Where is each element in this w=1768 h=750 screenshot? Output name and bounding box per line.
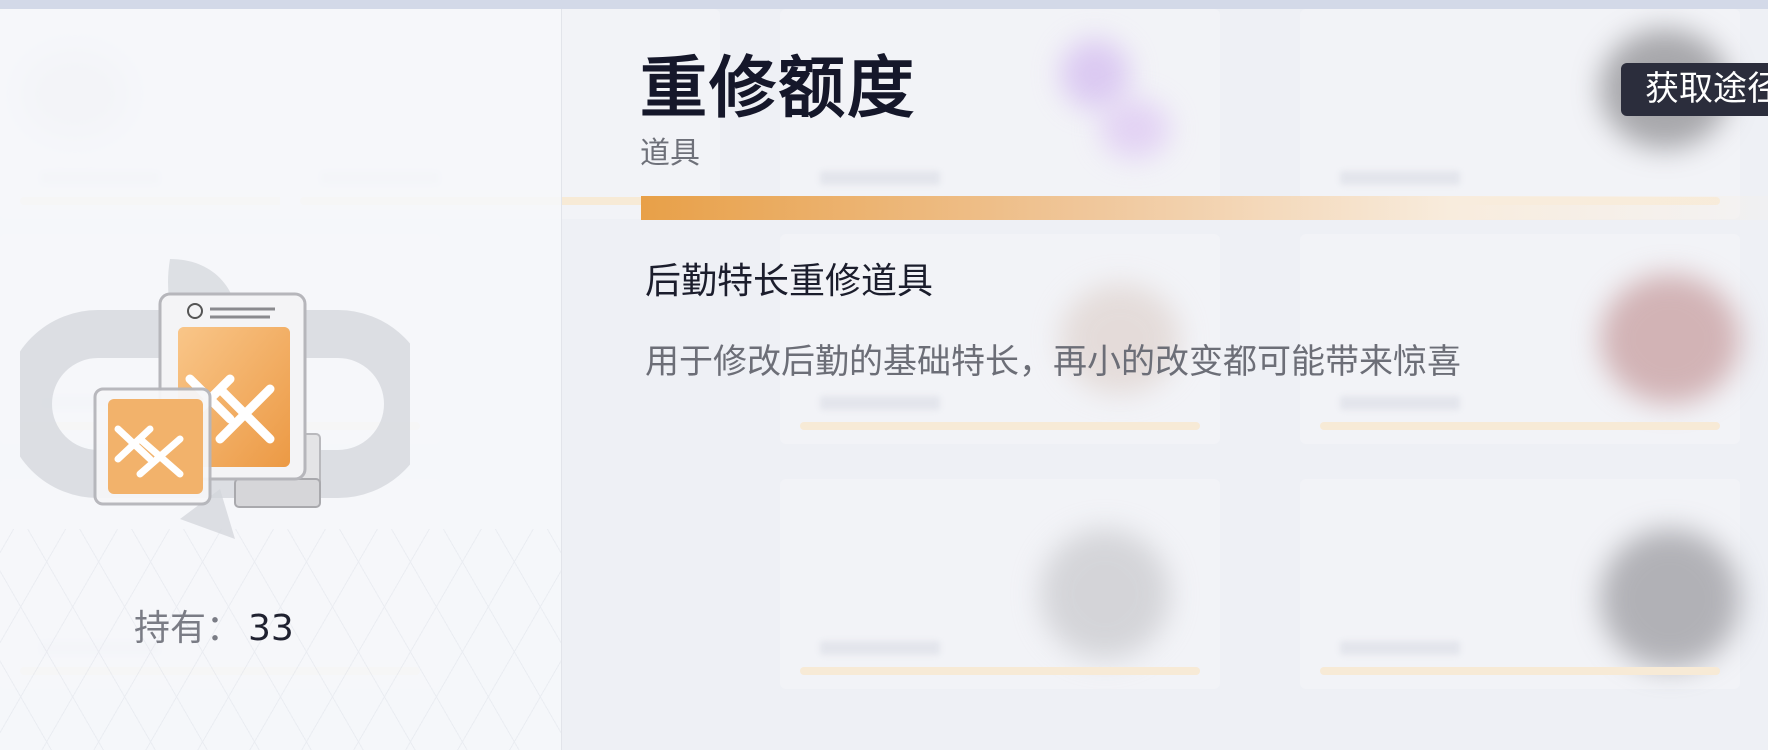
reroll-ticket-icon [20,259,410,539]
owned-count: 33 [248,608,294,649]
owned-label: 持有： [134,608,243,649]
bg-card [780,479,1220,689]
item-title: 重修额度 [640,49,916,127]
item-subtitle: 后勤特长重修道具 [645,261,934,302]
owned-count-row: 持有： 33 [134,606,294,652]
bg-card [1300,479,1740,689]
top-strip [0,0,1768,9]
item-category: 道具 [640,136,700,171]
rarity-accent-bar [641,196,1768,220]
item-preview-panel: 持有： 33 [0,9,562,750]
acquire-method-button[interactable]: 获取途径 [1621,63,1768,116]
item-description: 用于修改后勤的基础特长，再小的改变都可能带来惊喜 [645,342,1461,382]
